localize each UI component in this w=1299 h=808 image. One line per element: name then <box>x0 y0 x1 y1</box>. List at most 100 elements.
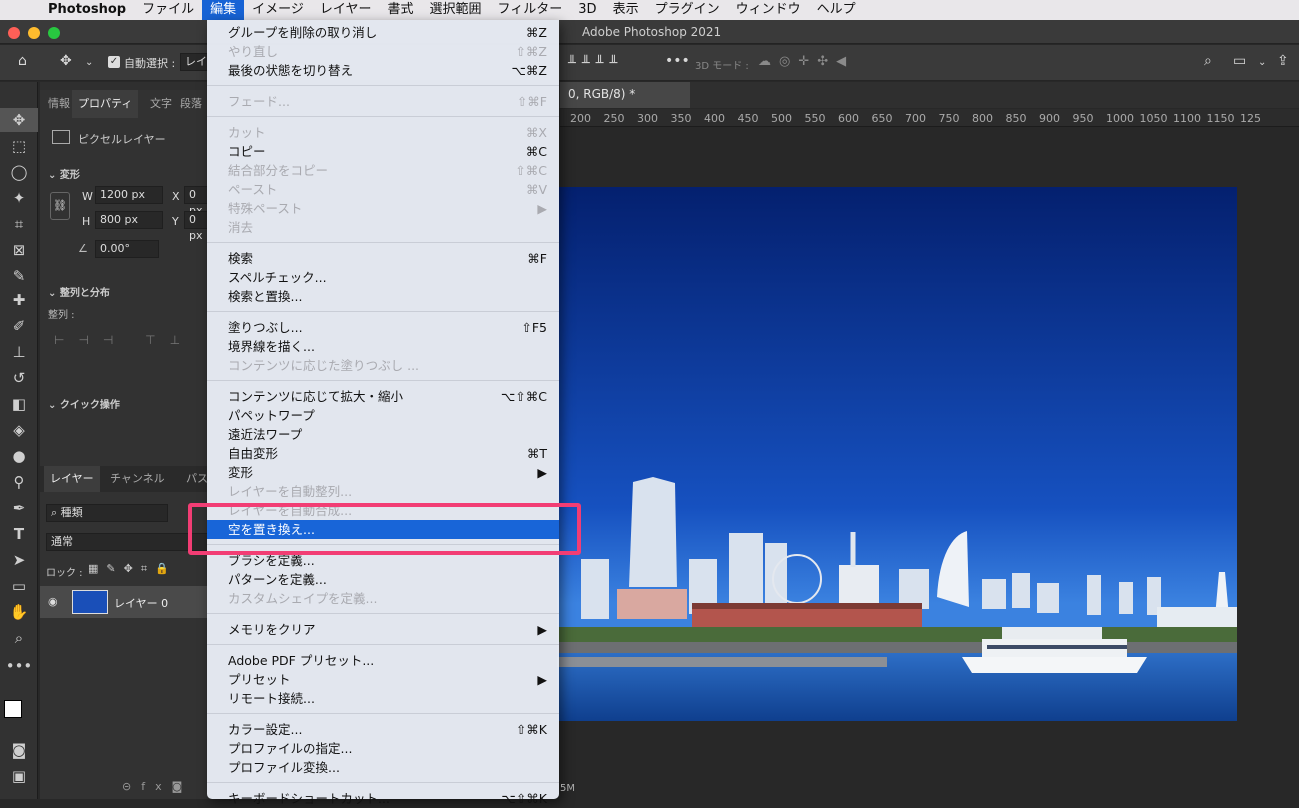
transform-section-title[interactable]: ⌄ 変形 <box>48 166 80 181</box>
tab-channels[interactable]: チャンネル <box>110 466 165 492</box>
layer-filter-select[interactable]: ⌕ 種類 <box>46 504 168 522</box>
menu-item[interactable]: 変形 ▶ <box>207 463 559 482</box>
tab-paths[interactable]: パス <box>186 466 208 492</box>
brush-tool-icon[interactable]: ✐ <box>0 314 38 338</box>
menu-item[interactable]: 検索と置換... <box>207 287 559 306</box>
minimize-window-button[interactable] <box>28 27 40 39</box>
menu-image[interactable]: イメージ <box>244 0 312 20</box>
document-tab[interactable]: 0, RGB/8) * <box>560 82 690 108</box>
chevron-down-icon[interactable]: ⌄ <box>85 57 93 68</box>
type-tool-icon[interactable]: T <box>0 522 38 546</box>
foreground-color-swatch[interactable] <box>4 700 22 718</box>
menu-item[interactable]: 自由変形 ⌘T <box>207 444 559 463</box>
tab-layers[interactable]: レイヤー <box>44 466 100 492</box>
lock-icons[interactable]: ▦✎✥⌗🔒 <box>88 562 177 576</box>
magic-wand-tool-icon[interactable]: ✦ <box>0 186 38 210</box>
3d-tools-icons[interactable]: ☁◎✛✣◀ <box>758 54 854 69</box>
menu-layer[interactable]: レイヤー <box>312 0 380 20</box>
tab-info[interactable]: 情報 <box>48 90 70 118</box>
menu-item[interactable]: カラー設定... ⇧⌘K <box>207 720 559 739</box>
menu-file[interactable]: ファイル <box>134 0 202 20</box>
menu-item[interactable]: プロファイル変換... <box>207 758 559 777</box>
history-brush-tool-icon[interactable]: ↺ <box>0 366 38 390</box>
menu-item[interactable]: パペットワープ <box>207 406 559 425</box>
menu-view[interactable]: 表示 <box>605 0 647 20</box>
paint-bucket-tool-icon[interactable]: ◈ <box>0 418 38 442</box>
dodge-tool-icon[interactable]: ⚲ <box>0 470 38 494</box>
blur-tool-icon[interactable]: ● <box>0 444 38 468</box>
home-icon[interactable]: ⌂ <box>18 53 27 69</box>
more-icon[interactable]: ••• <box>665 53 690 69</box>
angle-field[interactable]: 0.00° <box>95 240 159 258</box>
menu-edit[interactable]: 編集 <box>202 0 245 20</box>
quick-mask-icon[interactable]: ◙ <box>0 738 38 762</box>
move-tool-icon[interactable]: ✥ <box>0 108 38 132</box>
align-buttons[interactable]: ⊢⊣⊣ ⊤⊥ <box>54 333 194 347</box>
menu-window[interactable]: ウィンドウ <box>728 0 809 20</box>
menu-item[interactable]: グループを削除の取り消し ⌘Z <box>207 23 559 42</box>
tab-character[interactable]: 文字 <box>150 90 172 118</box>
stamp-tool-icon[interactable]: ⊥ <box>0 340 38 364</box>
auto-select-checkbox[interactable]: ✓ <box>108 56 120 68</box>
share-icon[interactable]: ⇪ <box>1277 53 1289 69</box>
marquee-tool-icon[interactable]: ⬚ <box>0 134 38 158</box>
close-window-button[interactable] <box>8 27 20 39</box>
menu-item[interactable]: 最後の状態を切り替え ⌥⌘Z <box>207 61 559 80</box>
hand-tool-icon[interactable]: ✋ <box>0 600 38 624</box>
height-field[interactable]: 800 px <box>95 211 163 229</box>
eyedropper-tool-icon[interactable]: ✎ <box>0 264 38 288</box>
rectangle-tool-icon[interactable]: ▭ <box>0 574 38 598</box>
eraser-tool-icon[interactable]: ◧ <box>0 392 38 416</box>
width-field[interactable]: 1200 px <box>95 186 163 204</box>
tab-paragraph[interactable]: 段落 <box>180 90 202 118</box>
layer-row[interactable]: ◉ レイヤー 0 <box>40 586 210 618</box>
move-tool-icon[interactable]: ✥ <box>60 53 72 69</box>
auto-select-target[interactable]: レイ <box>180 53 208 71</box>
zoom-tool-icon[interactable]: ⌕ <box>0 626 38 650</box>
pen-tool-icon[interactable]: ✒ <box>0 496 38 520</box>
menu-filter[interactable]: フィルター <box>490 0 571 20</box>
menu-item[interactable]: スペルチェック... <box>207 268 559 287</box>
menu-item[interactable]: コピー ⌘C <box>207 142 559 161</box>
frame-tool-icon[interactable]: ⊠ <box>0 238 38 262</box>
menu-item[interactable]: パターンを定義... <box>207 570 559 589</box>
menu-item[interactable]: プロファイルの指定... <box>207 739 559 758</box>
link-icon[interactable]: ⛓ <box>50 192 70 220</box>
menu-plugins[interactable]: プラグイン <box>647 0 728 20</box>
tab-properties[interactable]: プロパティ <box>72 90 139 118</box>
menu-item[interactable]: プリセット ▶ <box>207 670 559 689</box>
menu-item[interactable]: 境界線を描く... <box>207 337 559 356</box>
menu-item-label: 変形 <box>228 465 254 480</box>
menu-item[interactable]: メモリをクリア ▶ <box>207 620 559 639</box>
menu-item[interactable]: Adobe PDF プリセット... <box>207 651 559 670</box>
search-icon[interactable]: ⌕ <box>1204 53 1212 69</box>
canvas-image[interactable] <box>557 187 1237 721</box>
workspace-icon[interactable]: ▭ <box>1233 53 1246 69</box>
zoom-window-button[interactable] <box>48 27 60 39</box>
healing-brush-tool-icon[interactable]: ✚ <box>0 288 38 312</box>
layer-actions-icons[interactable]: ⊝fx◙ <box>122 780 192 793</box>
more-tools-icon[interactable]: ••• <box>0 654 38 678</box>
menu-select[interactable]: 選択範囲 <box>422 0 490 20</box>
chevron-down-icon[interactable]: ⌄ <box>1258 57 1266 68</box>
crop-tool-icon[interactable]: ⌗ <box>0 212 38 236</box>
lasso-tool-icon[interactable]: ◯ <box>0 160 38 184</box>
align-section-title[interactable]: ⌄ 整列と分布 <box>48 284 110 299</box>
screen-mode-icon[interactable]: ▣ <box>0 764 38 788</box>
menu-type[interactable]: 書式 <box>380 0 422 20</box>
menu-item[interactable]: リモート接続... <box>207 689 559 708</box>
quick-actions-section-title[interactable]: ⌄ クイック操作 <box>48 396 120 411</box>
blend-mode-select[interactable]: 通常 <box>46 533 210 551</box>
layer-name[interactable]: レイヤー 0 <box>114 595 168 611</box>
menu-3d[interactable]: 3D <box>570 0 604 20</box>
app-menu[interactable]: Photoshop <box>40 0 134 20</box>
menu-help[interactable]: ヘルプ <box>809 0 864 20</box>
menu-item[interactable]: 検索 ⌘F <box>207 249 559 268</box>
menu-item[interactable]: コンテンツに応じて拡大・縮小 ⌥⇧⌘C <box>207 387 559 406</box>
menu-item-shortcut: ▶ <box>537 622 547 637</box>
menu-item[interactable]: 塗りつぶし... ⇧F5 <box>207 318 559 337</box>
visibility-eye-icon[interactable]: ◉ <box>48 595 58 608</box>
align-icons[interactable]: ╨╨╨╨ <box>568 56 623 71</box>
menu-item[interactable]: 遠近法ワープ <box>207 425 559 444</box>
path-selection-tool-icon[interactable]: ➤ <box>0 548 38 572</box>
